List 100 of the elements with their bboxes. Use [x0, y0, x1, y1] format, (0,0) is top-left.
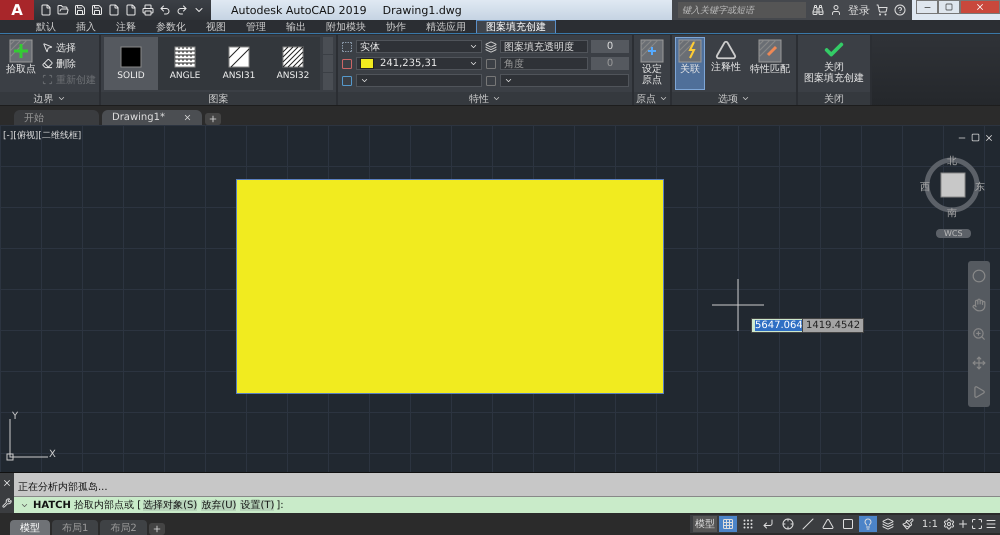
ribbon-tab[interactable]: 参数化 [146, 20, 196, 33]
boundary-tool-button[interactable]: 选择 [42, 40, 96, 54]
caret-icon [659, 94, 668, 103]
solid-pattern-icon [120, 46, 142, 68]
ribbon-tab[interactable]: 协作 [376, 20, 416, 33]
help-icon[interactable] [894, 4, 906, 16]
binoculars-icon[interactable] [812, 4, 824, 16]
quick-access-icon[interactable] [74, 4, 86, 16]
diagonal-lines-icon [228, 46, 250, 68]
app-menu-button[interactable]: A [0, 0, 34, 20]
restore-icon [945, 3, 953, 11]
compass-east-label: 东 [975, 180, 985, 194]
hatch-color-icon [341, 58, 353, 70]
scale-field[interactable] [500, 74, 629, 87]
plus-icon[interactable] [957, 518, 969, 530]
quick-access-icon[interactable] [159, 4, 171, 16]
layout-tab[interactable]: 布局2 [100, 520, 147, 535]
search-field[interactable]: 键入关键字或短语 [678, 2, 806, 18]
panel-title[interactable]: 特性 [338, 92, 632, 105]
plus-icon [208, 114, 218, 124]
hatch-type-dropdown[interactable]: 实体 [356, 40, 482, 53]
restore-button[interactable] [938, 0, 960, 14]
compass-south-label: 南 [947, 206, 957, 220]
sign-in-link[interactable]: 登录 [848, 2, 870, 18]
ribbon-tab[interactable]: 附加模块 [316, 20, 376, 33]
ribbon-tab[interactable]: 精选应用 [416, 20, 476, 33]
pattern-swatch[interactable]: SOLID [104, 37, 158, 90]
close-button[interactable] [960, 0, 1000, 14]
pick-points-icon [9, 39, 33, 63]
layers-icon[interactable] [485, 40, 497, 52]
user-icon [830, 4, 842, 16]
ribbon-tab[interactable]: 输出 [276, 20, 316, 33]
restore-viewport-icon[interactable] [971, 133, 980, 142]
ribbon-tab[interactable]: 视图 [196, 20, 236, 33]
panel-title[interactable]: 关闭 [798, 92, 870, 105]
ribbon-tab[interactable]: 图案填充创建 [476, 20, 556, 33]
ribbon-tab[interactable]: 插入 [66, 20, 106, 33]
new-tab-button[interactable] [205, 113, 221, 125]
boundary-tool-button[interactable]: 删除 [42, 56, 96, 70]
quick-access-icon[interactable] [108, 4, 120, 16]
quick-access-icon[interactable] [40, 4, 52, 16]
close-command-line-icon[interactable] [2, 478, 12, 488]
fullscreen-icon[interactable] [971, 518, 983, 530]
customize-icon[interactable] [2, 498, 12, 508]
layout-tab[interactable]: 模型 [10, 520, 50, 535]
plus-icon [152, 524, 162, 534]
status-toggle[interactable] [858, 516, 877, 532]
tool-icon [42, 58, 53, 69]
panel-title[interactable]: 选项 [672, 92, 796, 105]
file-tab[interactable]: 开始 [14, 110, 99, 125]
lightning-hatch-icon [678, 39, 702, 63]
set-origin-icon [640, 39, 664, 63]
hatch-color-dropdown[interactable]: 241,235,31 [356, 57, 482, 70]
toggle-icon [862, 518, 874, 530]
toggle-icon [882, 518, 894, 530]
close-viewport-icon[interactable] [984, 133, 994, 143]
layout-tab[interactable]: 布局1 [52, 520, 98, 535]
option-button[interactable]: 注释性 [708, 37, 744, 90]
caret-icon [741, 94, 750, 103]
panel-title[interactable]: 图案 [101, 92, 336, 105]
ribbon-tab[interactable]: 注释 [106, 20, 146, 33]
status-toggle[interactable] [718, 516, 737, 532]
compass-north-label: 北 [947, 154, 957, 168]
model-space-label[interactable]: 模型 [692, 516, 717, 532]
ribbon-tab[interactable]: 默认 [26, 20, 66, 33]
option-button[interactable]: 关联 [675, 37, 705, 90]
toggle-icon [722, 518, 734, 530]
close-tab-icon[interactable] [183, 113, 192, 122]
diagonal-lines-icon [282, 46, 304, 68]
annotation-scale-button[interactable]: 1:1 [918, 516, 941, 532]
ribbon-tab[interactable]: 管理 [236, 20, 276, 33]
quick-access-icon[interactable] [91, 4, 103, 16]
background-color-dropdown[interactable] [356, 74, 482, 87]
pick-points-button[interactable]: 拾取点 [3, 37, 39, 90]
transparency-field[interactable]: 0 [591, 40, 629, 53]
background-color-icon [341, 74, 353, 86]
quick-access-icon[interactable] [57, 4, 69, 16]
angle-label: 角度 [500, 57, 588, 70]
set-origin-button[interactable]: 设定 原点 [637, 37, 667, 90]
settings-icon[interactable] [943, 518, 955, 530]
cart-icon[interactable] [876, 4, 888, 16]
quick-access-icon[interactable] [176, 4, 188, 16]
minimize-button[interactable] [916, 0, 938, 14]
toggle-icon [742, 518, 754, 530]
transparency-label: 图案填充透明度 [500, 40, 588, 53]
file-tab[interactable]: Drawing1* [102, 110, 202, 125]
new-layout-button[interactable] [148, 523, 165, 535]
toggle-icon [762, 518, 774, 530]
quick-access-icon[interactable] [125, 4, 137, 16]
close-hatch-button[interactable]: 关闭 图案填充创建 [801, 37, 867, 90]
viewport-label[interactable]: [-][俯视][二维线框] [3, 129, 82, 142]
option-button[interactable]: 特性匹配 [747, 37, 793, 90]
toggle-icon [802, 518, 814, 530]
panel-title[interactable]: 边界 [0, 92, 99, 105]
quick-access-icon[interactable] [142, 4, 154, 16]
coordinate-input[interactable]: 1419.4542 [802, 318, 864, 333]
panel-title[interactable]: 原点 [634, 92, 670, 105]
y-axis-label: Y [12, 411, 18, 422]
menu-icon[interactable] [985, 518, 997, 530]
x-axis-label: X [49, 449, 56, 460]
